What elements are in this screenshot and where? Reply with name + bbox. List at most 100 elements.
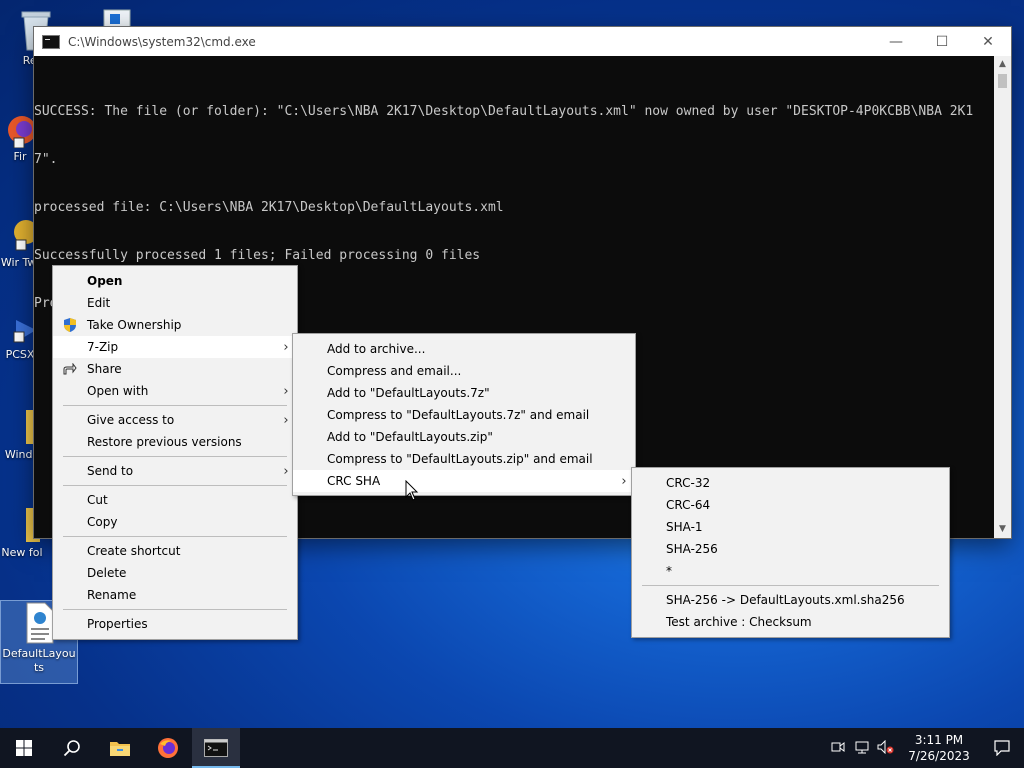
menu-item-label: Add to "DefaultLayouts.zip" <box>327 430 493 444</box>
notifications-icon[interactable] <box>980 740 1024 756</box>
menu-item-cut[interactable]: Cut <box>53 489 297 511</box>
menu-item-label: CRC-32 <box>666 476 711 490</box>
search-icon <box>63 740 80 757</box>
maximize-button[interactable]: ☐ <box>919 27 965 56</box>
zip-add-to-zip[interactable]: Add to "DefaultLayouts.zip" <box>293 426 635 448</box>
menu-item-give-access[interactable]: Give access to › <box>53 409 297 431</box>
menu-item-label: SHA-256 <box>666 542 718 556</box>
all-hashes-item[interactable]: * <box>632 560 949 582</box>
firefox-shortcut-label: Fir <box>13 150 27 163</box>
menu-item-open[interactable]: Open <box>53 270 297 292</box>
menu-separator <box>63 485 287 486</box>
crc-sha-submenu: CRC-32 CRC-64 SHA-1 SHA-256 * SHA-256 ->… <box>631 467 950 638</box>
taskbar-firefox[interactable] <box>144 728 192 768</box>
menu-item-label: Send to <box>87 464 134 478</box>
sha-1-item[interactable]: SHA-1 <box>632 516 949 538</box>
menu-separator <box>63 456 287 457</box>
taskbar: 3:11 PM 7/26/2023 <box>0 728 1024 768</box>
pcsx-shortcut-icon <box>13 320 36 343</box>
menu-separator <box>642 585 939 586</box>
file-explorer-icon <box>110 742 130 756</box>
new-folder-label: New fol <box>1 546 43 559</box>
zip-compress-email[interactable]: Compress and email... <box>293 360 635 382</box>
file-context-menu: Open Edit Take Ownership 7-Zip › Share Op… <box>52 265 298 640</box>
menu-item-label: Cut <box>87 493 108 507</box>
menu-item-share[interactable]: Share <box>53 358 297 380</box>
menu-item-label: Create shortcut <box>87 544 181 558</box>
menu-item-send-to[interactable]: Send to › <box>53 460 297 482</box>
menu-separator <box>63 536 287 537</box>
menu-item-label: Compress and email... <box>327 364 462 378</box>
cmd-app-icon <box>42 34 60 49</box>
zip-compress-7z-email[interactable]: Compress to "DefaultLayouts.7z" and emai… <box>293 404 635 426</box>
zip-add-to-7z[interactable]: Add to "DefaultLayouts.7z" <box>293 382 635 404</box>
minimize-button[interactable]: — <box>873 27 919 56</box>
menu-item-open-with[interactable]: Open with › <box>53 380 297 402</box>
menu-item-label: Properties <box>87 617 148 631</box>
clock-time: 3:11 PM <box>914 733 964 747</box>
menu-item-label: SHA-256 -> DefaultLayouts.xml.sha256 <box>666 593 905 607</box>
network-icon[interactable] <box>850 740 874 757</box>
system-tray: 3:11 PM 7/26/2023 <box>826 728 1024 768</box>
console-line: 7". <box>34 152 58 167</box>
menu-item-label: Delete <box>87 566 127 580</box>
windows-logo-icon <box>16 740 32 756</box>
test-archive-checksum-item[interactable]: Test archive : Checksum <box>632 611 949 633</box>
scroll-up-arrow-icon[interactable]: ▲ <box>994 56 1011 73</box>
menu-item-create-shortcut[interactable]: Create shortcut <box>53 540 297 562</box>
meet-now-icon[interactable] <box>826 741 850 756</box>
console-line: SUCCESS: The file (or folder): "C:\Users… <box>34 104 974 119</box>
menu-item-restore-versions[interactable]: Restore previous versions <box>53 431 297 453</box>
crc-64-item[interactable]: CRC-64 <box>632 494 949 516</box>
menu-item-rename[interactable]: Rename <box>53 584 297 606</box>
menu-item-label: CRC SHA <box>327 474 381 488</box>
crc-32-item[interactable]: CRC-32 <box>632 472 949 494</box>
taskbar-file-explorer[interactable] <box>96 728 144 768</box>
menu-item-delete[interactable]: Delete <box>53 562 297 584</box>
menu-item-label: CRC-64 <box>666 498 711 512</box>
menu-item-take-ownership[interactable]: Take Ownership <box>53 314 297 336</box>
cmd-icon <box>204 739 228 757</box>
taskbar-clock[interactable]: 3:11 PM 7/26/2023 <box>898 732 980 764</box>
menu-item-7zip[interactable]: 7-Zip › <box>53 336 297 358</box>
taskbar-cmd[interactable] <box>192 728 240 768</box>
menu-item-label: Give access to <box>87 413 175 427</box>
scroll-thumb[interactable] <box>998 74 1007 88</box>
zip-crc-sha[interactable]: CRC SHA › <box>293 470 635 492</box>
menu-item-label: Compress to "DefaultLayouts.7z" and emai… <box>327 408 590 422</box>
menu-separator <box>63 405 287 406</box>
sha-256-to-file-item[interactable]: SHA-256 -> DefaultLayouts.xml.sha256 <box>632 589 949 611</box>
menu-item-label: Rename <box>87 588 137 602</box>
search-button[interactable] <box>48 728 96 768</box>
start-button[interactable] <box>0 728 48 768</box>
console-line: Successfully processed 1 files; Failed p… <box>34 248 481 263</box>
firefox-icon <box>158 738 178 758</box>
menu-item-label: Restore previous versions <box>87 435 242 449</box>
menu-separator <box>63 609 287 610</box>
cmd-title: C:\Windows\system32\cmd.exe <box>68 34 256 49</box>
sha-256-item[interactable]: SHA-256 <box>632 538 949 560</box>
menu-item-label: Share <box>87 362 122 376</box>
console-scrollbar[interactable]: ▲ ▼ <box>994 56 1011 538</box>
7zip-submenu: Add to archive... Compress and email... … <box>292 333 636 496</box>
menu-item-label: Add to "DefaultLayouts.7z" <box>327 386 490 400</box>
console-line: processed file: C:\Users\NBA 2K17\Deskto… <box>34 200 504 215</box>
menu-item-label: Test archive : Checksum <box>666 615 812 629</box>
menu-item-label: Compress to "DefaultLayouts.zip" and ema… <box>327 452 593 466</box>
clock-date: 7/26/2023 <box>908 749 970 763</box>
volume-muted-icon[interactable] <box>874 739 898 757</box>
mouse-cursor-icon <box>405 480 419 501</box>
pcsx-shortcut-label: PCSX <box>5 348 35 361</box>
menu-item-properties[interactable]: Properties <box>53 613 297 635</box>
zip-compress-zip-email[interactable]: Compress to "DefaultLayouts.zip" and ema… <box>293 448 635 470</box>
firefox-shortcut-icon <box>8 116 36 148</box>
menu-item-label: Open with <box>87 384 149 398</box>
menu-item-edit[interactable]: Edit <box>53 292 297 314</box>
close-button[interactable]: ✕ <box>965 27 1011 56</box>
zip-add-to-archive[interactable]: Add to archive... <box>293 338 635 360</box>
scroll-down-arrow-icon[interactable]: ▼ <box>994 521 1011 538</box>
cmd-titlebar[interactable]: C:\Windows\system32\cmd.exe — ☐ ✕ <box>34 27 1011 56</box>
menu-item-copy[interactable]: Copy <box>53 511 297 533</box>
menu-item-label: Add to archive... <box>327 342 426 356</box>
menu-item-label: Edit <box>87 296 111 310</box>
